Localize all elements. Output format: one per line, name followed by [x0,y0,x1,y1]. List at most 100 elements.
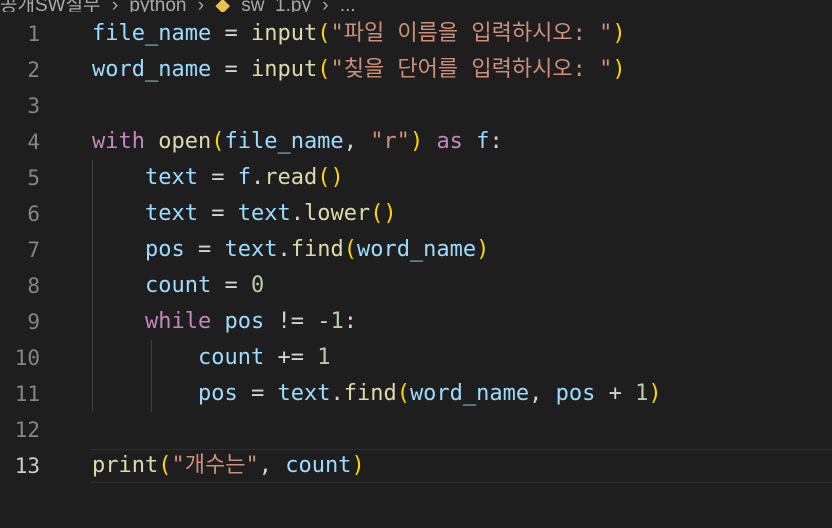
code-line[interactable]: 1 file_name = input("파일 이름을 입력하시오: ") [0,16,832,52]
code-text: count += 1 [92,340,330,376]
code-text: word_name = input("칮을 단어를 입력하시오: ") [92,52,626,88]
code-token: 0 [250,273,265,298]
code-line[interactable]: 13 print("개수는", count) [0,448,832,484]
line-number: 10 [14,346,40,370]
code-token: text [237,201,291,226]
code-token: pos [197,381,238,406]
code-token: != [264,309,318,334]
code-token: ( [343,237,357,262]
code-token: () [370,201,397,226]
code-token: read [264,165,318,190]
code-token: "칮을 단어를 입력하시오: " [330,57,613,82]
code-token: file_name [92,21,212,46]
code-line[interactable]: 8 count = 0 [0,268,832,304]
code-token: input [250,21,318,46]
code-token: ( [396,381,410,406]
code-token: ) [612,57,626,82]
code-token: : [489,129,503,154]
line-number: 9 [27,310,40,334]
breadcrumb-folder[interactable]: python [129,0,186,12]
code-token: pos [555,381,596,406]
code-line[interactable]: 10 count += 1 [0,340,832,376]
code-line[interactable]: 2 word_name = input("칮을 단어를 입력하시오: ") [0,52,832,88]
code-token: text [144,201,198,226]
code-token: , [529,381,556,406]
code-token: word_name [356,237,477,262]
code-token: . [330,381,344,406]
line-number: 13 [14,454,40,478]
code-token: print [92,453,159,478]
code-token: text [277,381,331,406]
code-token: count [144,273,212,298]
code-token: ( [211,129,225,154]
code-token: count [197,345,265,370]
python-file-icon: ◆ [215,0,230,12]
code-line[interactable]: 5 text = f.read() [0,160,832,196]
code-token: text [144,165,198,190]
breadcrumb-folder[interactable]: 공개SW실무 [0,0,101,12]
code-line[interactable]: 6 text = text.lower() [0,196,832,232]
code-token: = [211,57,251,82]
code-editor[interactable]: 1 file_name = input("파일 이름을 입력하시오: ") 2 wor… [0,16,832,484]
line-number: 1 [27,22,40,46]
code-token: ) [409,129,424,154]
line-number: 6 [27,202,40,226]
code-line[interactable]: 7 pos = text.find(word_name) [0,232,832,268]
code-token: count [285,453,352,478]
code-token: ) [476,237,490,262]
code-token: = [237,381,278,406]
code-token: find [290,237,344,262]
code-line[interactable]: 9 while pos != -1: [0,304,832,340]
line-number: 8 [27,274,40,298]
line-number: 11 [14,382,40,406]
code-token: f [476,129,490,154]
code-token: 1 [330,309,344,334]
code-text: while pos != -1: [92,304,357,340]
code-token: word_name [409,381,530,406]
code-token: ) [612,21,626,46]
line-number: 3 [27,94,40,118]
line-number: 4 [27,130,40,154]
code-token: "r" [370,129,410,154]
code-text: print("개수는", count) [92,448,365,484]
code-text: count = 0 [92,268,264,304]
code-token: "개수는" [171,453,259,478]
code-token: ) [351,453,365,478]
code-line[interactable]: 11 pos = text.find(word_name, pos + 1) [0,376,832,412]
code-token: () [317,165,344,190]
code-token: ( [317,21,331,46]
chevron-right-icon: › [322,0,329,12]
code-token: word_name [92,57,212,82]
code-token: "파일 이름을 입력하시오: " [330,21,613,46]
code-line[interactable]: 12 [0,412,832,448]
code-token: f [237,165,251,190]
code-token: while [144,309,212,334]
breadcrumb-more[interactable]: ... [340,0,356,12]
code-token: ( [158,453,172,478]
line-number: 7 [27,238,40,262]
code-token: ) [648,381,662,406]
code-line[interactable]: 4 with open(file_name, "r") as f: [0,124,832,160]
code-text: pos = text.find(word_name, pos + 1) [92,376,662,412]
code-text: text = f.read() [92,160,344,196]
line-number: 5 [27,166,40,190]
code-token: file_name [224,129,344,154]
code-token: lower [303,201,371,226]
breadcrumb-file[interactable]: sw_1.py [241,0,311,12]
code-token: as [436,129,463,154]
code-token: . [290,201,304,226]
code-token: ( [317,57,331,82]
code-token: , [343,129,371,154]
code-line[interactable]: 3 [0,88,832,124]
code-token: = [197,165,238,190]
line-number: 12 [14,418,40,442]
chevron-right-icon: › [111,0,119,12]
code-token: = [197,201,238,226]
